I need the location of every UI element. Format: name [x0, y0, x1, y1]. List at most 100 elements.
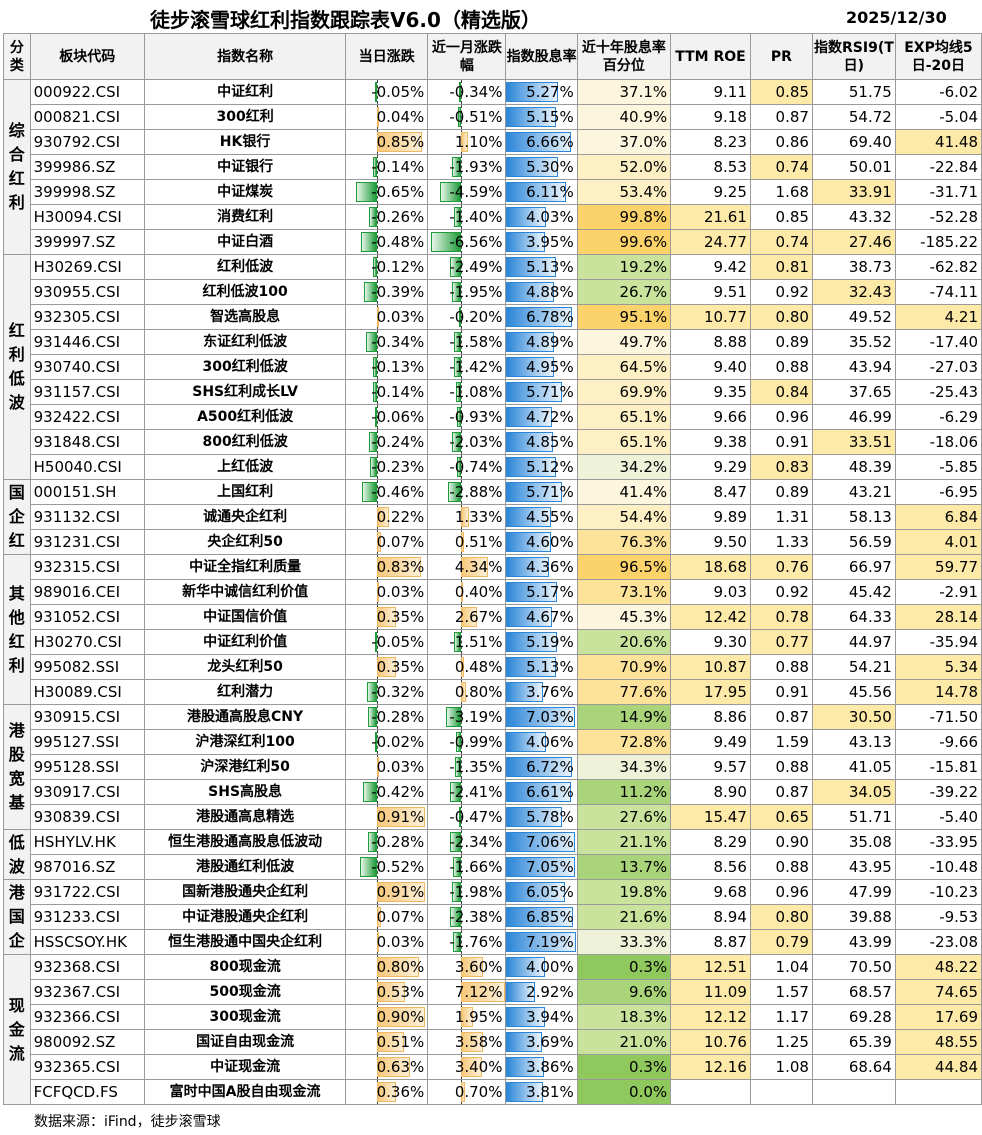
exp-ma-value: -6.02	[894, 79, 982, 105]
dividend-yield-value: 4.85%	[526, 433, 574, 451]
pr-value: 0.74	[749, 229, 813, 255]
index-name: 中证红利价值	[143, 629, 347, 655]
table-row: 995082.SSI 龙头红利50 0.35% 0.48% 5.13% 70.9% 10.8…	[4, 654, 982, 680]
dividend-yield-value: 5.30%	[526, 158, 574, 176]
month-change: -1.95%	[427, 279, 507, 305]
day-change-value: 0.36%	[376, 1083, 425, 1101]
pr-value: 0.88	[749, 754, 813, 780]
dividend-yield: 7.03%	[505, 704, 578, 730]
day-change-value: -0.34%	[371, 333, 425, 351]
exp-ma-value: -62.82	[894, 254, 982, 280]
dividend-yield: 4.06%	[505, 729, 578, 755]
pr-value: 0.90	[749, 829, 813, 855]
day-change-value: -0.13%	[371, 358, 425, 376]
exp-ma-value: -52.28	[894, 204, 982, 230]
month-change: 7.12%	[427, 979, 507, 1005]
index-code: FCFQCD.FS	[29, 1079, 145, 1105]
index-name: 中证银行	[143, 154, 347, 180]
dividend-yield: 6.11%	[505, 179, 578, 205]
month-change: 1.10%	[427, 129, 507, 155]
exp-ma-value: -6.29	[894, 404, 982, 430]
dividend-yield-value: 6.72%	[526, 758, 574, 776]
yield-percentile: 65.1%	[576, 429, 672, 455]
ttm-roe: 8.87	[670, 929, 751, 955]
day-change: -0.42%	[345, 779, 429, 805]
pr-value: 0.79	[749, 929, 813, 955]
table-row: 980092.SZ 国证自由现金流 0.51% 3.58% 3.69% 21.0% 10.7…	[4, 1029, 982, 1055]
rsi9-value: 70.50	[811, 954, 896, 980]
rsi9-value: 51.71	[811, 804, 896, 830]
ttm-roe: 9.68	[670, 879, 751, 905]
table-row: 931446.CSI 东证红利低波 -0.34% -1.58% 4.89% 49.7% 8.…	[4, 329, 982, 355]
ttm-roe: 8.23	[670, 129, 751, 155]
yield-percentile: 37.1%	[576, 79, 672, 105]
exp-ma-value: -5.85	[894, 454, 982, 480]
exp-ma-value: -10.23	[894, 879, 982, 905]
table-row: H30089.CSI 红利潜力 -0.32% 0.80% 3.76% 77.6% 17.95…	[4, 679, 982, 705]
index-name: 国新港股通央企红利	[143, 879, 347, 905]
month-change-value: 2.67%	[454, 608, 503, 626]
day-change-value: -0.46%	[371, 483, 425, 501]
day-change: 0.63%	[345, 1054, 429, 1080]
day-change-value: 0.90%	[376, 1008, 425, 1026]
exp-ma-value: -71.50	[894, 704, 982, 730]
ttm-roe	[670, 1079, 751, 1105]
pr-value: 0.86	[749, 129, 813, 155]
month-change: 3.58%	[427, 1029, 507, 1055]
dividend-yield-value: 7.05%	[526, 858, 574, 876]
dividend-yield-value: 5.15%	[526, 108, 574, 126]
month-change-value: -1.95%	[449, 283, 503, 301]
index-name: HK银行	[143, 129, 347, 155]
dividend-yield: 5.12%	[505, 454, 578, 480]
month-change: 2.67%	[427, 604, 507, 630]
index-name: 中证全指红利质量	[143, 554, 347, 580]
dividend-index-table: 分类 板块代码 指数名称 当日涨跌 近一月涨跌幅 指数股息率 近十年股息率百分位…	[3, 33, 982, 1105]
dividend-yield: 4.67%	[505, 604, 578, 630]
yield-percentile: 69.9%	[576, 379, 672, 405]
pr-value: 0.65	[749, 804, 813, 830]
day-change-value: 0.53%	[376, 983, 425, 1001]
exp-ma-value: -5.40	[894, 804, 982, 830]
pr-value: 0.91	[749, 429, 813, 455]
ttm-roe: 8.86	[670, 704, 751, 730]
day-change: -0.14%	[345, 379, 429, 405]
dividend-yield: 6.61%	[505, 779, 578, 805]
pr-value: 0.96	[749, 879, 813, 905]
day-change: 0.35%	[345, 654, 429, 680]
rsi9-value: 46.99	[811, 404, 896, 430]
month-change: 0.51%	[427, 529, 507, 555]
month-change-value: -2.88%	[449, 483, 503, 501]
day-change: -0.23%	[345, 454, 429, 480]
table-row: 399998.SZ 中证煤炭 -0.65% -4.59% 6.11% 53.4% 9.25 1…	[4, 179, 982, 205]
dividend-yield-value: 4.89%	[526, 333, 574, 351]
dividend-yield: 5.71%	[505, 479, 578, 505]
month-change-value: -0.93%	[449, 408, 503, 426]
index-code: 932365.CSI	[29, 1054, 145, 1080]
month-change-value: -2.38%	[449, 908, 503, 926]
ttm-roe: 9.25	[670, 179, 751, 205]
day-change: -0.48%	[345, 229, 429, 255]
index-code: 989016.CEI	[29, 579, 145, 605]
exp-ma-value: -2.91	[894, 579, 982, 605]
dividend-yield: 5.27%	[505, 79, 578, 105]
exp-ma-value: -22.84	[894, 154, 982, 180]
month-change-value: -2.49%	[449, 258, 503, 276]
report-date: 2025/12/30	[846, 8, 947, 27]
ttm-roe: 12.12	[670, 1004, 751, 1030]
exp-ma-value: -9.53	[894, 904, 982, 930]
ttm-roe: 9.49	[670, 729, 751, 755]
month-change-value: 3.58%	[454, 1033, 503, 1051]
month-change-value: 0.48%	[454, 658, 503, 676]
dividend-yield-value: 5.13%	[526, 658, 574, 676]
day-change-value: -0.28%	[371, 833, 425, 851]
table-row: H50040.CSI 上红低波 -0.23% -0.74% 5.12% 34.2% 9.29…	[4, 454, 982, 480]
pr-value: 1.59	[749, 729, 813, 755]
day-change-value: -0.48%	[371, 233, 425, 251]
day-change-value: -0.26%	[371, 208, 425, 226]
day-change: 0.07%	[345, 529, 429, 555]
day-change: 0.03%	[345, 304, 429, 330]
ttm-roe: 9.51	[670, 279, 751, 305]
index-code: 932366.CSI	[29, 1004, 145, 1030]
month-change-value: -3.19%	[449, 708, 503, 726]
dividend-yield-value: 5.13%	[526, 258, 574, 276]
